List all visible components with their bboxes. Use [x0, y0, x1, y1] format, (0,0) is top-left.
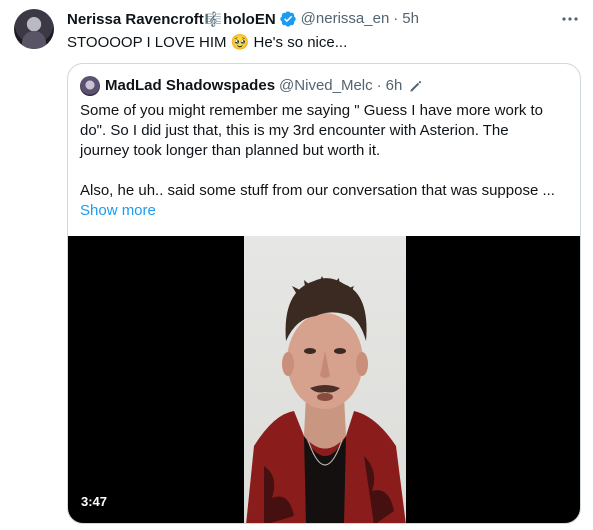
show-more-link[interactable]: Show more: [80, 201, 156, 221]
quoted-text-line: Some of you might remember me saying " G…: [80, 102, 544, 119]
quoted-text-gap: [80, 161, 570, 181]
author-name-suffix[interactable]: holoEN: [223, 11, 276, 28]
tweet-header: Nerissa Ravencroft🎼holoEN @nerissa_en · …: [67, 9, 419, 29]
separator-dot: ·: [393, 10, 399, 27]
tweet[interactable]: Nerissa Ravencroft🎼holoEN @nerissa_en · …: [0, 0, 593, 530]
video-frame[interactable]: [244, 236, 406, 523]
edited-pencil-icon[interactable]: [407, 78, 423, 94]
video-player[interactable]: 3:47: [68, 236, 580, 523]
quoted-author-avatar[interactable]: [80, 76, 100, 96]
quoted-separator-dot: ·: [376, 77, 382, 94]
quoted-author-handle[interactable]: @Nived_Melc: [279, 76, 373, 96]
tweet-timestamp[interactable]: 5h: [402, 9, 419, 29]
tweet-text: STOOOOP I LOVE HIM 🥹 He's so nice...: [67, 34, 348, 51]
author-avatar[interactable]: [14, 9, 54, 49]
quoted-text-line: Also, he uh.. said some stuff from our c…: [80, 182, 555, 199]
quoted-tweet[interactable]: MadLad Shadowspades @Nived_Melc · 6h Som…: [67, 63, 581, 524]
video-thumbnail-person: [246, 276, 406, 523]
video-duration: 3:47: [81, 494, 108, 509]
author-name[interactable]: Nerissa Ravencroft🎼holoEN: [67, 9, 276, 30]
quoted-tweet-text: Some of you might remember me saying " G…: [80, 101, 570, 221]
quoted-text-line: journey took longer than planned but wor…: [80, 142, 381, 159]
more-options-icon[interactable]: [560, 11, 580, 27]
quoted-tweet-timestamp[interactable]: 6h: [386, 76, 403, 96]
author-name-text[interactable]: Nerissa Ravencroft: [67, 11, 204, 28]
quoted-author-name[interactable]: MadLad Shadowspades: [105, 76, 275, 96]
quoted-tweet-header: MadLad Shadowspades @Nived_Melc · 6h: [105, 76, 423, 96]
quoted-text-line: do". So I did just that, this is my 3rd …: [80, 122, 509, 139]
author-handle[interactable]: @nerissa_en: [301, 9, 390, 29]
music-emoji: 🎼: [204, 10, 223, 27]
verified-badge-icon: [279, 10, 297, 28]
